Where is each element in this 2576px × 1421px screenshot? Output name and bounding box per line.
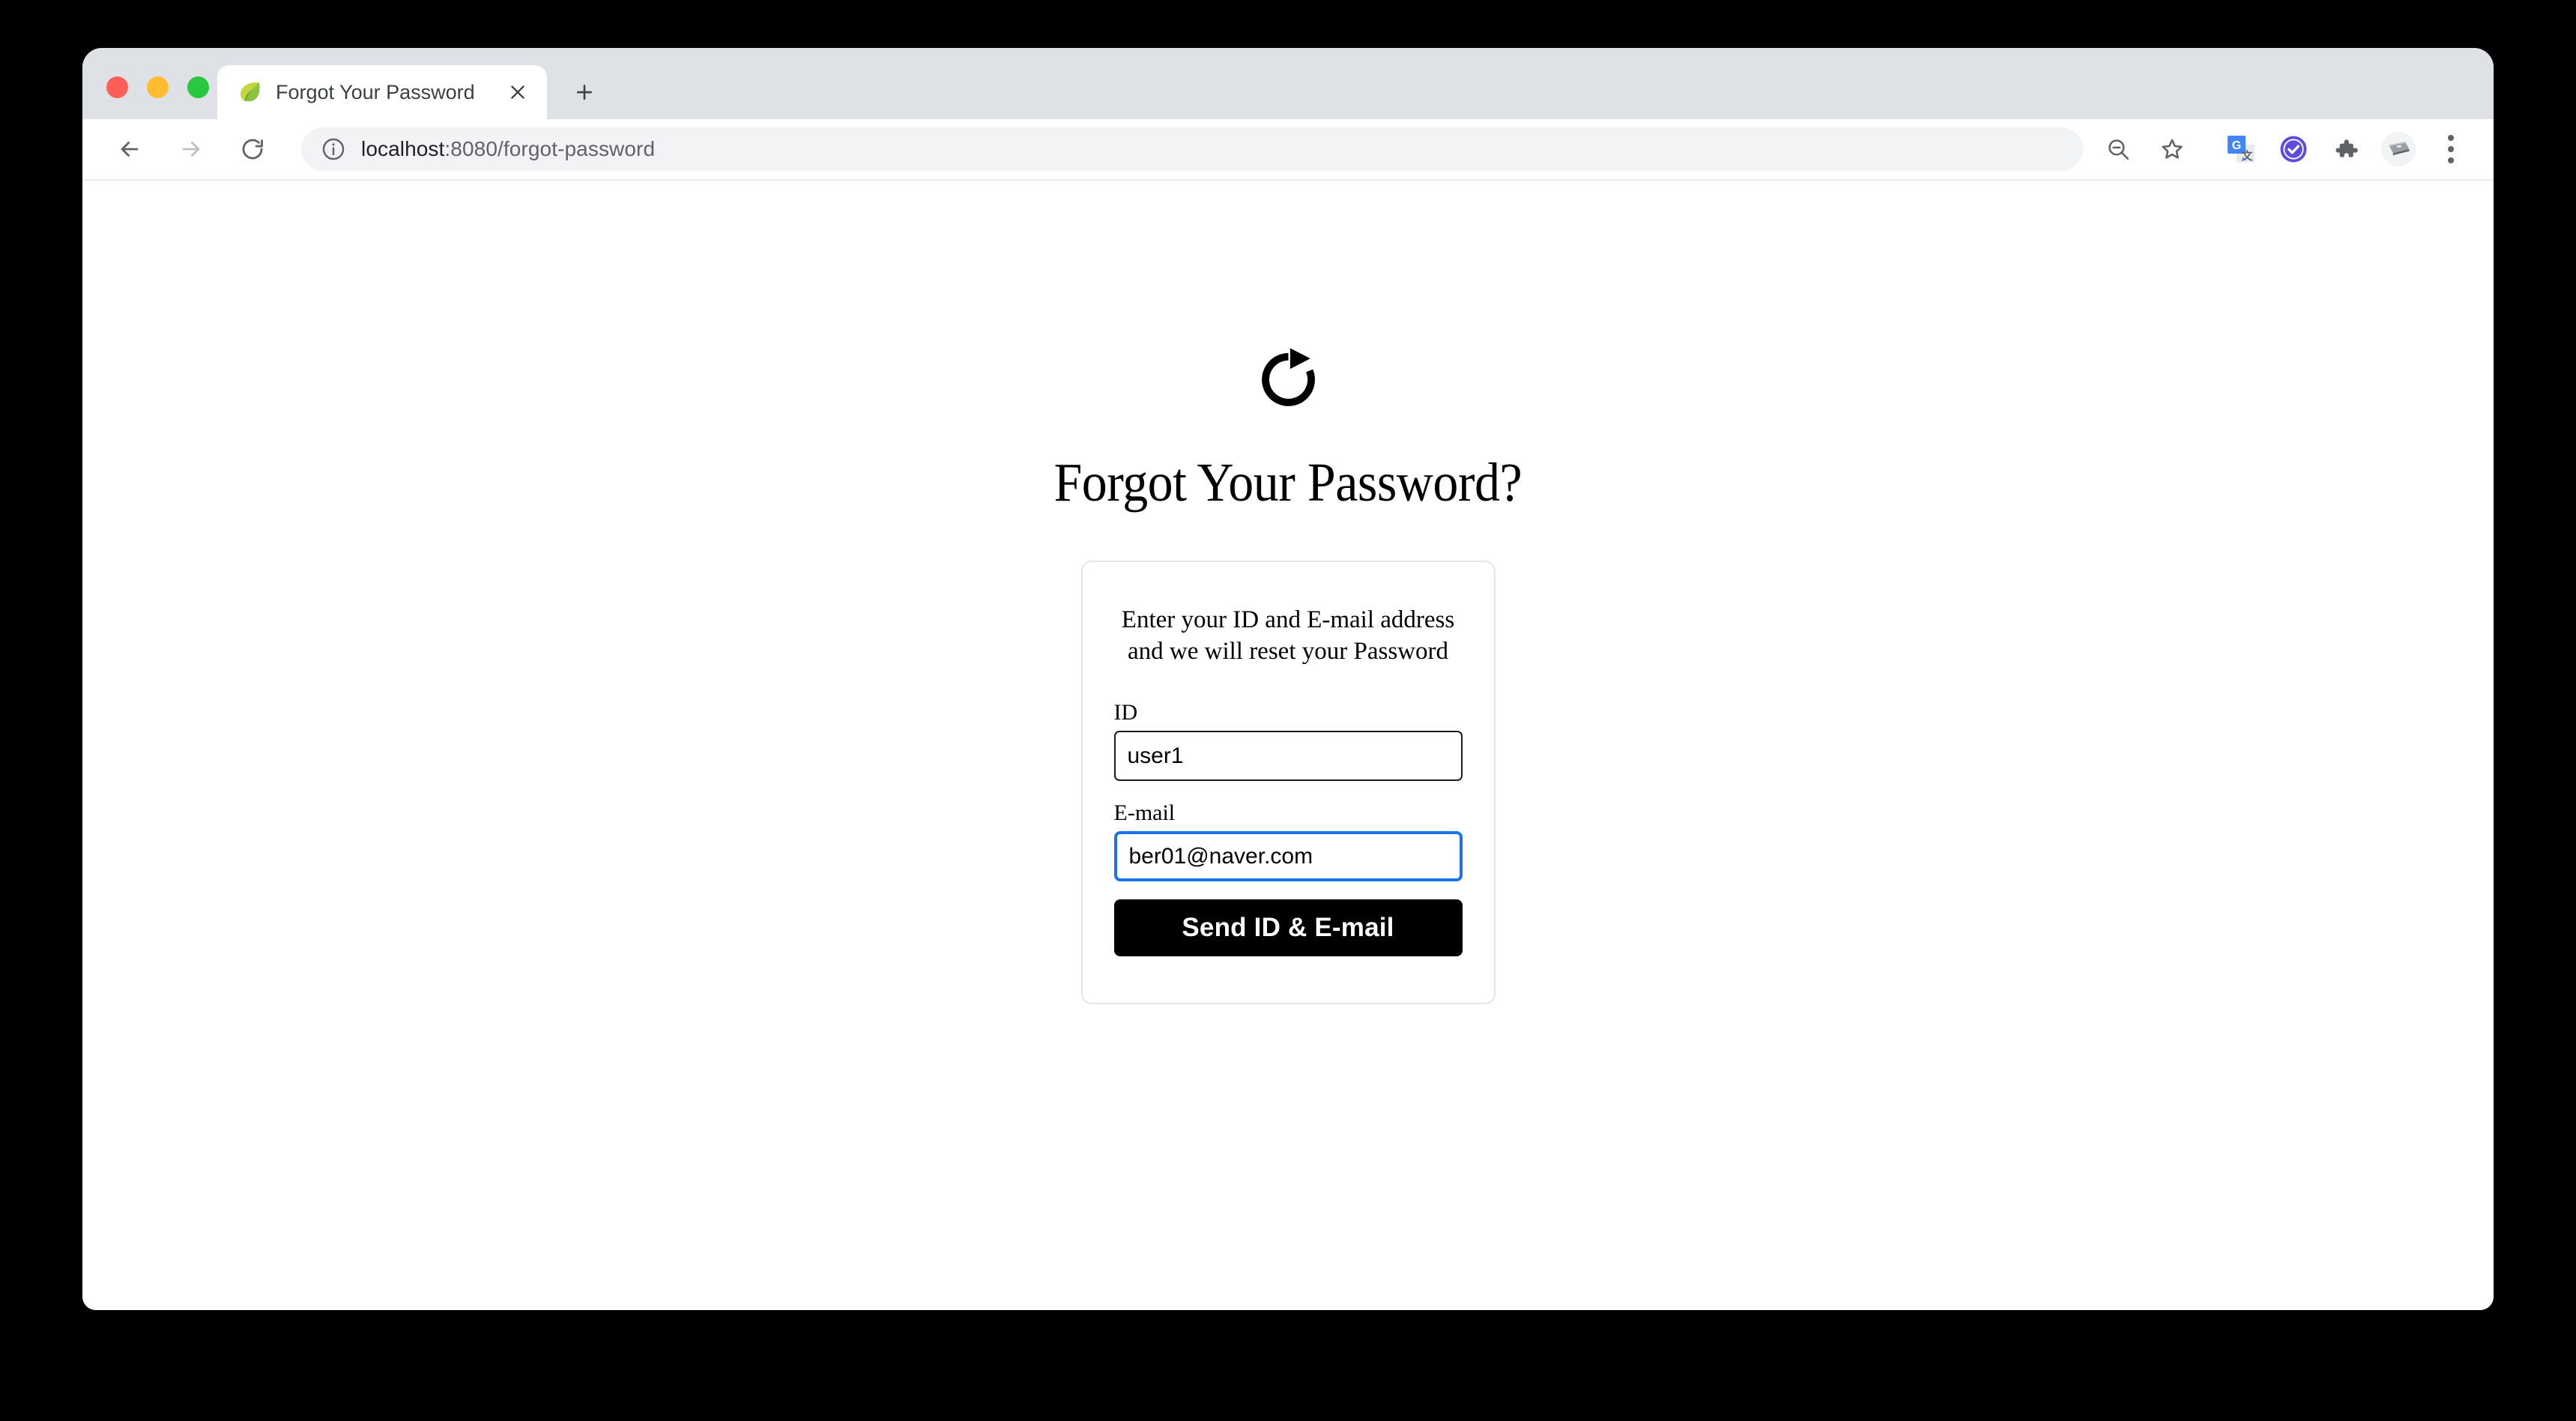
address-bar[interactable]: localhost:8080/forgot-password [301,127,2083,171]
tab-strip: Forgot Your Password [82,48,2494,119]
window-controls [106,76,209,98]
reload-icon[interactable] [229,126,276,172]
new-tab-button[interactable] [563,71,605,113]
id-field-label: ID [1113,700,1138,725]
zoom-out-icon[interactable] [2095,126,2141,172]
checkmark-badge-icon[interactable] [2270,126,2317,172]
close-tab-icon[interactable] [505,79,530,105]
spring-leaf-icon [241,82,260,102]
browser-tab[interactable]: Forgot Your Password [217,65,547,119]
maximize-window-button[interactable] [187,76,209,98]
browser-window: Forgot Your Password localhost:8080/forg… [82,48,2494,1310]
browser-toolbar: localhost:8080/forgot-password G 文 [82,119,2494,181]
google-translate-icon[interactable]: G 文 [2218,126,2264,172]
url-path: :8080/forgot-password [444,137,656,160]
tab-title: Forgot Your Password [276,80,475,103]
email-input[interactable] [1113,831,1463,882]
close-window-button[interactable] [106,76,128,98]
email-field-label: E-mail [1113,800,1176,826]
back-arrow-icon[interactable] [106,126,153,172]
forgot-password-page: Forgot Your Password? Enter your ID and … [82,181,2494,1005]
svg-text:文: 文 [2241,149,2253,163]
send-id-email-button[interactable]: Send ID & E-mail [1113,899,1463,957]
url-host: localhost [361,137,445,160]
page-title: Forgot Your Password? [1053,452,1523,513]
info-circle-icon[interactable] [321,136,346,162]
profile-avatar-icon[interactable] [2375,126,2422,172]
forward-arrow-icon[interactable] [168,126,214,172]
avatar [2381,132,2416,166]
minimize-window-button[interactable] [147,76,169,98]
id-input[interactable] [1113,731,1463,782]
menu-dots [2448,135,2454,163]
card-subtitle: Enter your ID and E-mail address and we … [1114,604,1463,667]
chrome-menu-icon[interactable] [2428,126,2474,172]
refresh-rotate-icon [1261,348,1315,406]
forgot-password-card: Enter your ID and E-mail address and we … [1080,561,1496,1005]
bookmark-star-icon[interactable] [2149,126,2195,172]
svg-text:G: G [2232,139,2241,152]
url-text: localhost:8080/forgot-password [361,137,655,161]
card-subtitle-line-1: Enter your ID and E-mail address [1121,606,1455,633]
card-subtitle-line-2: and we will reset your Password [1127,638,1448,666]
page-viewport: Forgot Your Password? Enter your ID and … [82,181,2494,1310]
extensions-puzzle-icon[interactable] [2323,126,2369,172]
